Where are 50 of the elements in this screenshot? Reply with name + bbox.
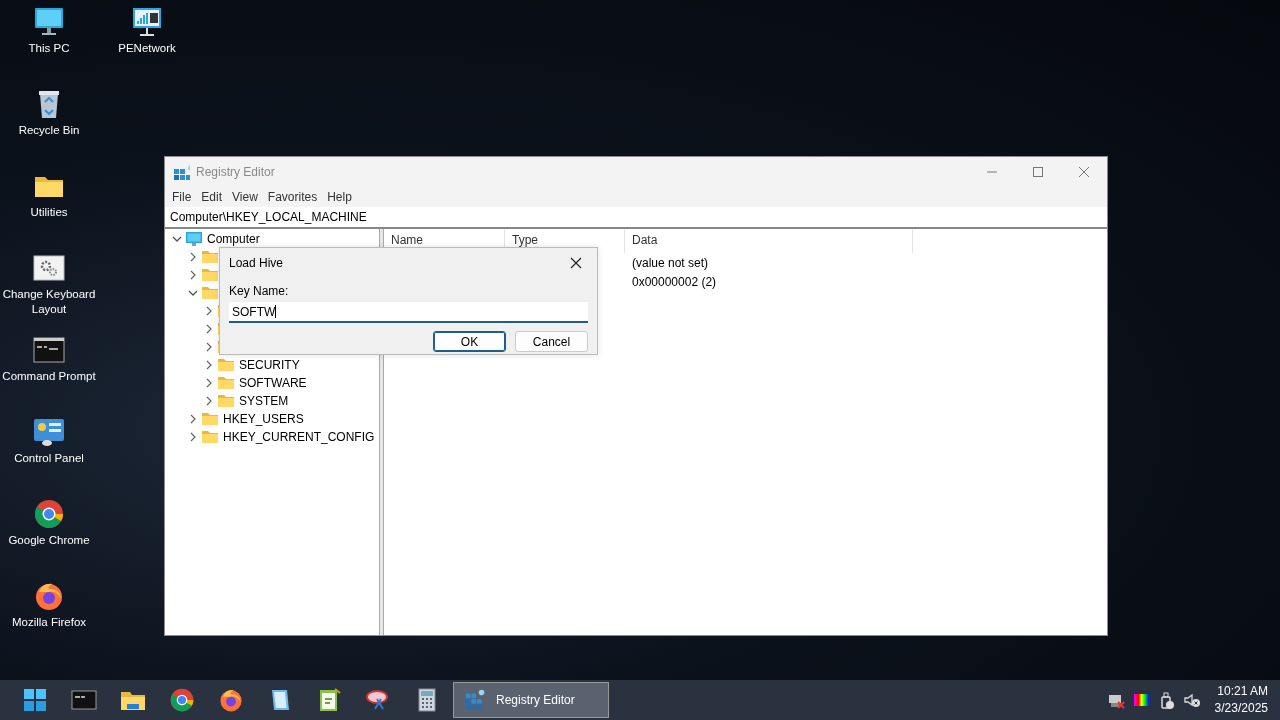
taskbar-app-button[interactable]: Registry Editor (453, 682, 609, 718)
desktop-icon-label[interactable]: Command Prompt (2, 369, 96, 384)
desktop-icon-label[interactable]: Utilities (30, 205, 68, 220)
menu-item[interactable]: File (167, 189, 197, 204)
tree-item[interactable]: SYSTEM (239, 394, 289, 408)
folder-icon (202, 249, 218, 265)
computer-icon (186, 231, 202, 247)
clock-date[interactable]: 3/23/2025 (1214, 700, 1268, 717)
menu-item[interactable]: Favorites (262, 189, 323, 204)
monitor-icon[interactable] (33, 6, 65, 38)
window-title: Registry Editor (196, 164, 276, 179)
desktop-icon-label[interactable]: Control Panel (14, 451, 84, 466)
network-monitor-icon[interactable] (131, 6, 163, 38)
folder-icon (218, 375, 234, 391)
clock-time[interactable]: 10:21 AM (1217, 683, 1268, 700)
menu-item[interactable]: Edit (196, 189, 228, 204)
control-panel-icon[interactable] (33, 416, 65, 448)
ok-button[interactable]: OK (433, 331, 506, 352)
desktop-icon-label[interactable]: Mozilla Firefox (11, 615, 87, 630)
tree-item[interactable]: Computer (207, 232, 260, 246)
desktop-icon-label[interactable]: This PC (28, 41, 70, 56)
tree-item[interactable]: HKEY_USERS (223, 412, 304, 426)
desktop-icon-label[interactable]: Google Chrome (8, 533, 90, 548)
desktop-icon-label[interactable]: Recycle Bin (18, 123, 80, 138)
folder-icon (218, 393, 234, 409)
tree-item[interactable]: SOFTWARE (239, 376, 307, 390)
folder-icon (202, 411, 218, 427)
terminal-icon[interactable] (33, 334, 65, 366)
folder-icon (202, 267, 218, 283)
folder-icon (218, 357, 234, 373)
address-bar[interactable]: Computer\HKEY_LOCAL_MACHINE (165, 207, 1107, 229)
desktop-icon-label[interactable]: Change Keyboard Layout (0, 287, 98, 317)
table-cell-text: 0x00000002 (2) (631, 274, 718, 289)
registry-icon (172, 162, 190, 181)
close-button[interactable] (570, 257, 582, 269)
folder-icon (202, 429, 218, 445)
dialog-title: Load Hive (229, 256, 284, 270)
table-cell-text: (value not set) (631, 255, 710, 270)
tree-item[interactable]: HKEY_CURRENT_CONFIG (223, 430, 375, 444)
field-label: Key Name: (229, 284, 290, 299)
menu-item[interactable]: Help (322, 189, 357, 204)
cancel-button[interactable]: Cancel (515, 331, 588, 352)
folder-icon (202, 285, 218, 301)
maximize-button[interactable] (1032, 165, 1044, 178)
desktop-icon-label[interactable]: PENetwork (118, 41, 176, 56)
chrome-icon[interactable] (33, 498, 65, 530)
tree-item[interactable]: SECURITY (239, 358, 300, 372)
column-header[interactable]: Data (625, 229, 913, 253)
menu-item[interactable]: View (227, 189, 263, 204)
key-name-field[interactable]: SOFTW (229, 302, 588, 323)
